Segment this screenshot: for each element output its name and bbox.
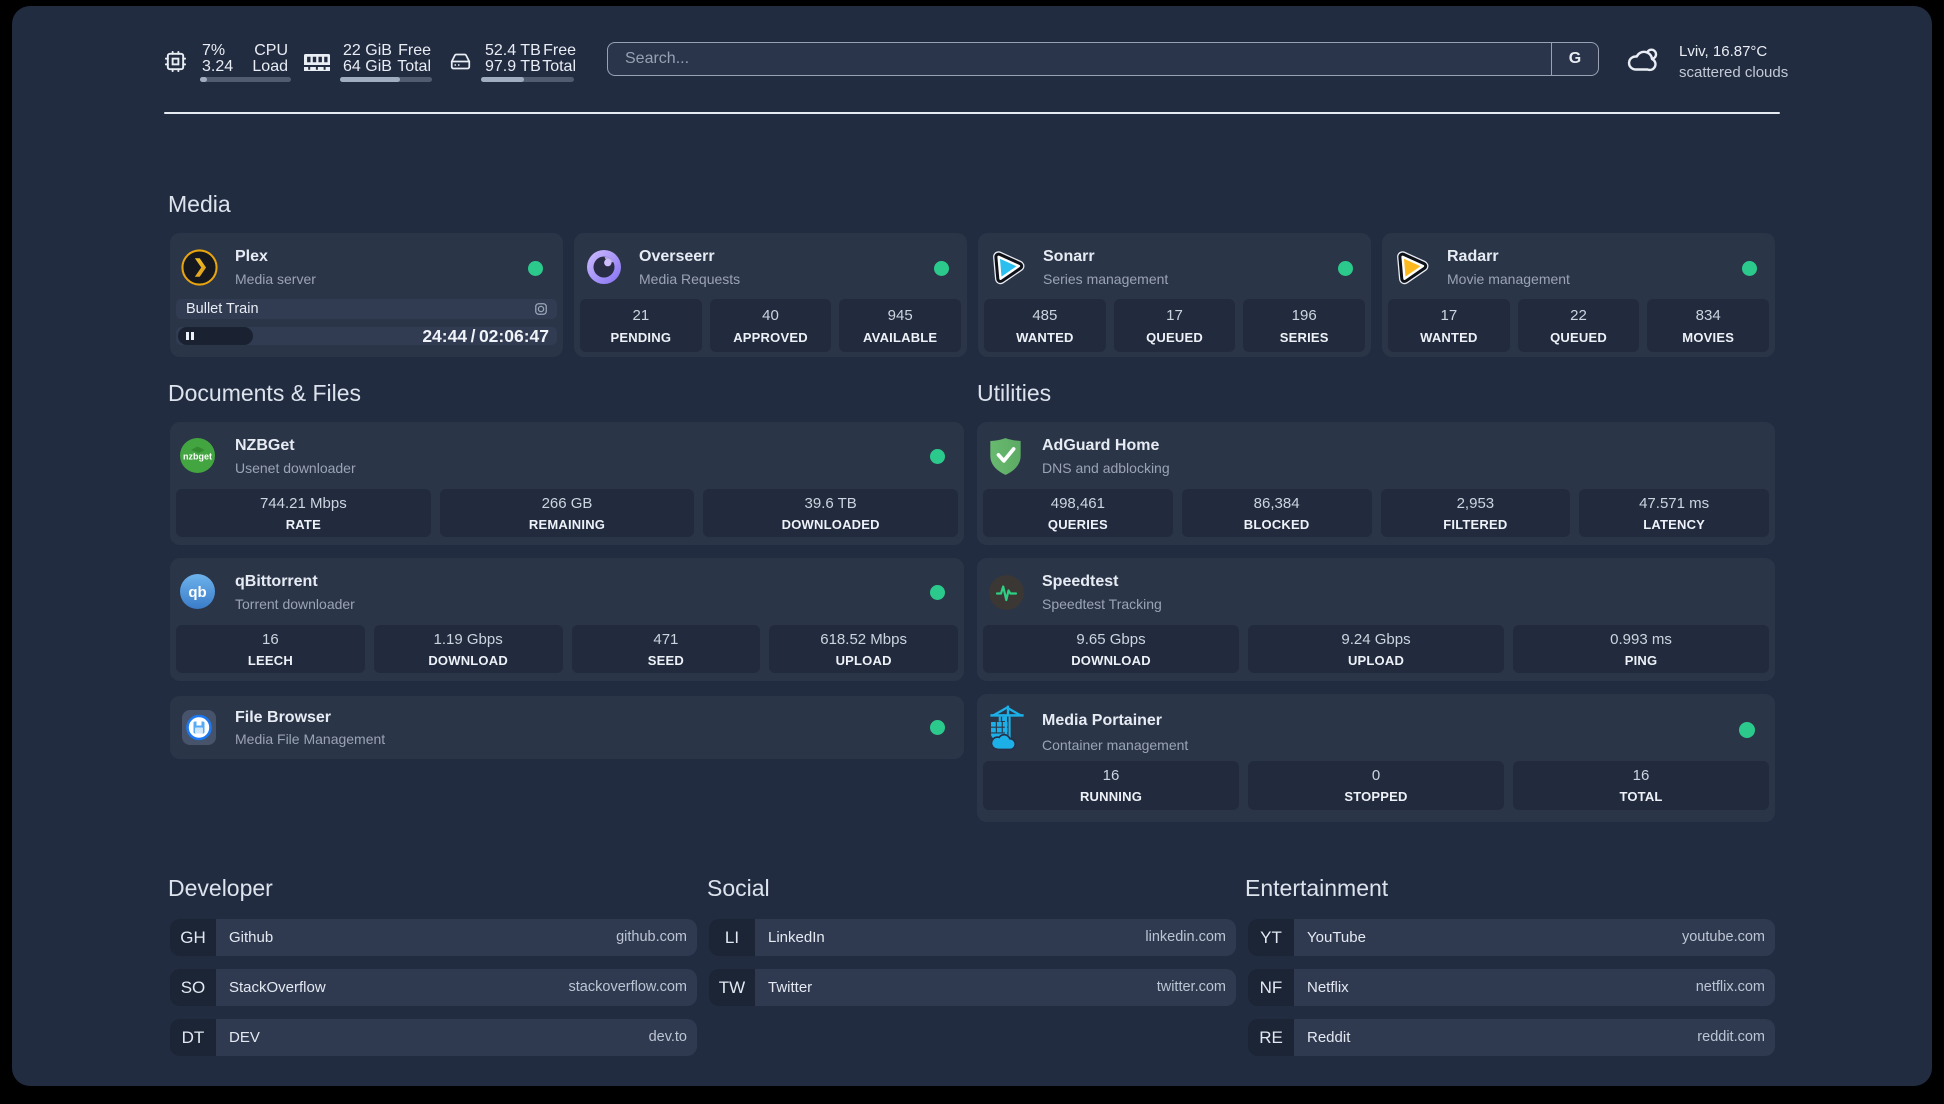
svg-text:nzbget: nzbget bbox=[183, 452, 212, 462]
svg-text:qb: qb bbox=[188, 584, 206, 601]
